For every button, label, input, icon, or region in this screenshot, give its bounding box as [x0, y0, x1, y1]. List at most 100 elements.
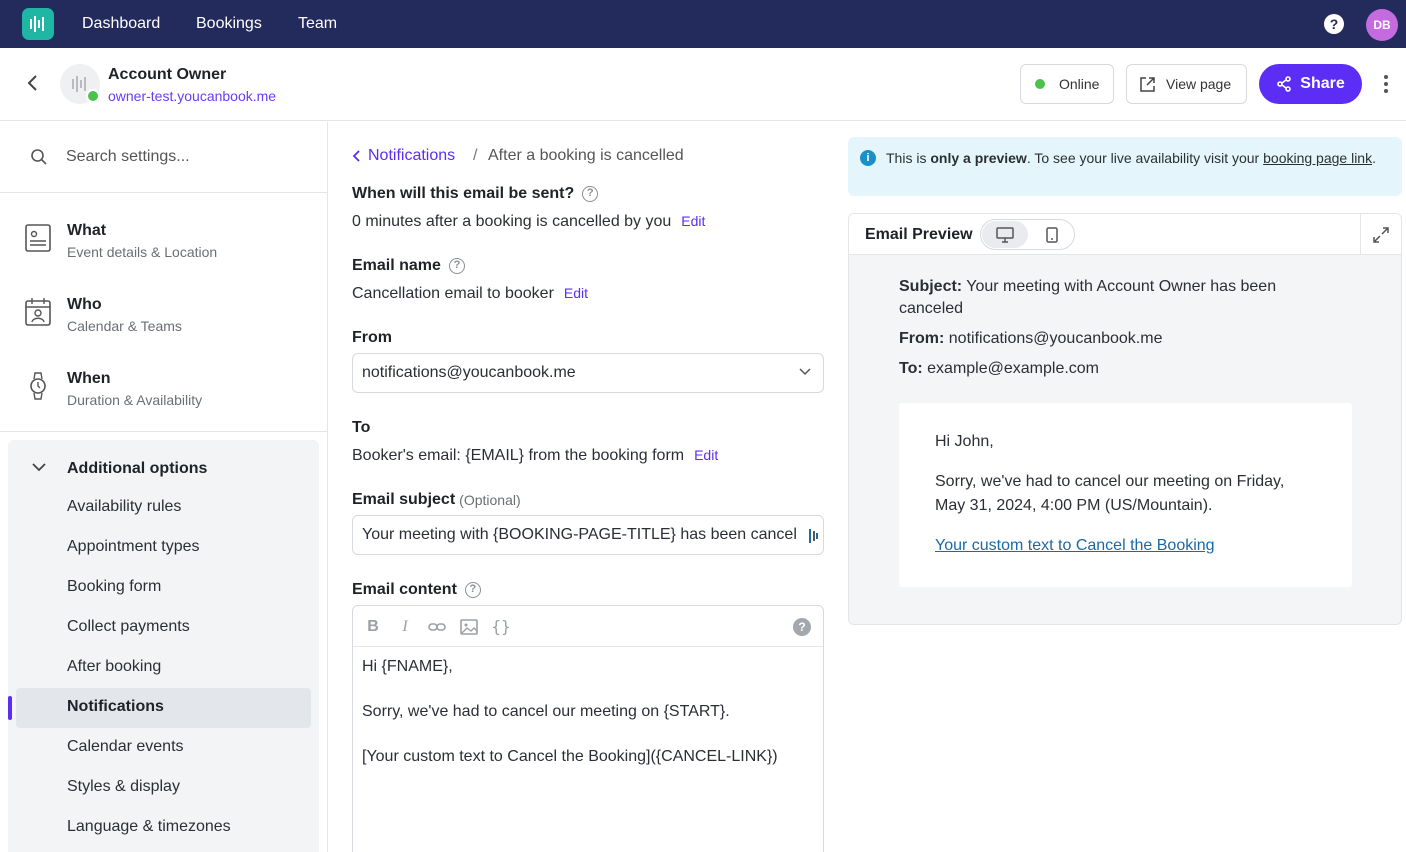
editor-toolbar: B I {} ? — [353, 606, 823, 647]
additional-options-toggle[interactable]: Additional options — [8, 450, 319, 486]
share-icon — [1276, 76, 1292, 92]
share-button[interactable]: Share — [1259, 64, 1362, 104]
to-value-preview: example@example.com — [927, 360, 1100, 377]
desktop-view-button[interactable] — [982, 221, 1028, 248]
document-icon — [25, 224, 51, 252]
to-label-preview: To: — [899, 360, 923, 377]
subject-label: Subject: — [899, 278, 963, 295]
view-page-button[interactable]: View page — [1126, 64, 1247, 104]
search-input[interactable] — [66, 144, 306, 170]
edit-to-link[interactable]: Edit — [694, 447, 718, 463]
booking-page-link[interactable]: booking page link — [1263, 150, 1372, 166]
breadcrumb-separator: / — [473, 147, 478, 164]
question-icon[interactable]: ? — [448, 258, 465, 274]
email-body-line: May 31, 2024, 4:00 PM (US/Mountain). — [935, 497, 1213, 514]
preview-notice: i This is only a preview. To see your li… — [848, 137, 1402, 196]
section-subtitle: Event details & Location — [67, 244, 218, 260]
notice-suffix: . — [1372, 150, 1376, 166]
mobile-view-button[interactable] — [1029, 221, 1074, 248]
account-name: Account Owner — [108, 66, 227, 83]
sidebar-item-styles-display[interactable]: Styles & display — [67, 778, 180, 796]
cancel-booking-link[interactable]: Your custom text to Cancel the Booking — [935, 534, 1215, 558]
breadcrumb-parent-link[interactable]: Notifications — [352, 147, 455, 165]
breadcrumb-current: After a booking is cancelled — [488, 147, 684, 164]
app-logo-icon[interactable] — [22, 8, 54, 40]
notice-prefix: This is — [886, 150, 931, 166]
sidebar-item-calendar-events[interactable]: Calendar events — [67, 738, 184, 756]
sidebar-item-availability-rules[interactable]: Availability rules — [67, 498, 181, 516]
from-label: From — [352, 329, 392, 346]
account-url-link[interactable]: owner-test.youcanbook.me — [108, 88, 276, 104]
online-dot-icon — [1035, 79, 1045, 89]
when-value-text: 0 minutes after a booking is cancelled b… — [352, 213, 672, 230]
when-label-text: When will this email be sent? — [352, 185, 575, 202]
question-icon[interactable]: ? — [582, 186, 599, 202]
expand-preview-button[interactable] — [1360, 214, 1401, 255]
edit-when-link[interactable]: Edit — [681, 213, 705, 229]
when-value: 0 minutes after a booking is cancelled b… — [352, 213, 705, 231]
calendar-person-icon — [25, 298, 51, 326]
notice-middle: . To see your live availability visit yo… — [1026, 150, 1264, 166]
text-cursor-icon — [807, 528, 819, 544]
back-arrow-icon[interactable] — [22, 72, 44, 94]
sidebar-section-when[interactable]: When Duration & Availability — [0, 350, 327, 424]
section-subtitle: Calendar & Teams — [67, 318, 182, 334]
italic-icon[interactable]: I — [395, 617, 415, 637]
sidebar-section-what[interactable]: What Event details & Location — [0, 202, 327, 276]
email-name-text: Cancellation email to booker — [352, 285, 554, 302]
share-label: Share — [1300, 75, 1345, 92]
from-select[interactable]: notifications@youcanbook.me — [352, 353, 824, 393]
sidebar-item-booking-form[interactable]: Booking form — [67, 578, 161, 596]
link-icon[interactable] — [427, 617, 447, 637]
sidebar-item-after-booking[interactable]: After booking — [67, 658, 161, 676]
from-label-preview: From: — [899, 330, 945, 347]
sidebar-item-notifications[interactable]: Notifications — [67, 698, 164, 716]
page-header: Account Owner owner-test.youcanbook.me O… — [0, 48, 1406, 121]
preview-subject: Subject: Your meeting with Account Owner… — [899, 276, 1319, 320]
email-body-line: Sorry, we've had to cancel our meeting o… — [935, 473, 1285, 490]
help-icon[interactable]: ? — [1324, 14, 1344, 34]
section-title: Who — [67, 296, 102, 313]
edit-email-name-link[interactable]: Edit — [564, 285, 588, 301]
email-content-label: Email content ? — [352, 581, 481, 599]
bold-icon[interactable]: B — [363, 617, 383, 637]
sidebar-section-who[interactable]: Who Calendar & Teams — [0, 276, 327, 350]
nav-dashboard[interactable]: Dashboard — [82, 0, 160, 48]
email-content-editor[interactable]: B I {} ? Hi {FNAME}, Sorry, we've had to… — [352, 605, 824, 852]
content-line: Hi {FNAME}, — [362, 658, 453, 675]
editor-help-icon[interactable]: ? — [793, 618, 811, 636]
email-subject-label-text: Email subject — [352, 491, 456, 508]
search-icon — [30, 148, 48, 166]
avatar[interactable]: DB — [1366, 9, 1398, 41]
breadcrumb-parent-label: Notifications — [368, 147, 456, 164]
to-label: To — [352, 419, 371, 436]
nav-bookings[interactable]: Bookings — [196, 0, 262, 48]
variable-braces-icon[interactable]: {} — [491, 617, 511, 637]
email-preview-title: Email Preview — [865, 226, 973, 243]
top-nav: Dashboard Bookings Team ? DB — [0, 0, 1406, 48]
sidebar-item-appointment-types[interactable]: Appointment types — [67, 538, 200, 556]
to-value: Booker's email: {EMAIL} from the booking… — [352, 447, 718, 465]
email-name-label-text: Email name — [352, 257, 441, 274]
to-value-text: Booker's email: {EMAIL} from the booking… — [352, 447, 685, 464]
sidebar-item-language-timezones[interactable]: Language & timezones — [67, 818, 231, 836]
nav-team[interactable]: Team — [298, 0, 337, 48]
email-preview-panel: Email Preview Subject: Your meeting with… — [848, 213, 1402, 625]
external-link-icon — [1139, 76, 1156, 93]
sidebar-item-collect-payments[interactable]: Collect payments — [67, 618, 190, 636]
section-title: When — [67, 370, 111, 387]
image-icon[interactable] — [459, 617, 479, 637]
notice-text: This is only a preview. To see your live… — [886, 149, 1386, 167]
email-content-label-text: Email content — [352, 581, 457, 598]
more-options-icon[interactable] — [1378, 72, 1394, 96]
notice-bold: only a preview — [930, 150, 1027, 166]
section-title: What — [67, 222, 107, 239]
chevron-down-icon — [32, 462, 46, 472]
online-status-button[interactable]: Online — [1020, 64, 1114, 104]
monitor-icon — [996, 226, 1014, 243]
email-subject-input[interactable]: Your meeting with {BOOKING-PAGE-TITLE} h… — [352, 515, 824, 555]
content-line: [Your custom text to Cancel the Booking]… — [362, 748, 778, 765]
optional-hint: (Optional) — [459, 492, 521, 508]
question-icon[interactable]: ? — [464, 582, 481, 598]
active-indicator — [8, 696, 12, 720]
